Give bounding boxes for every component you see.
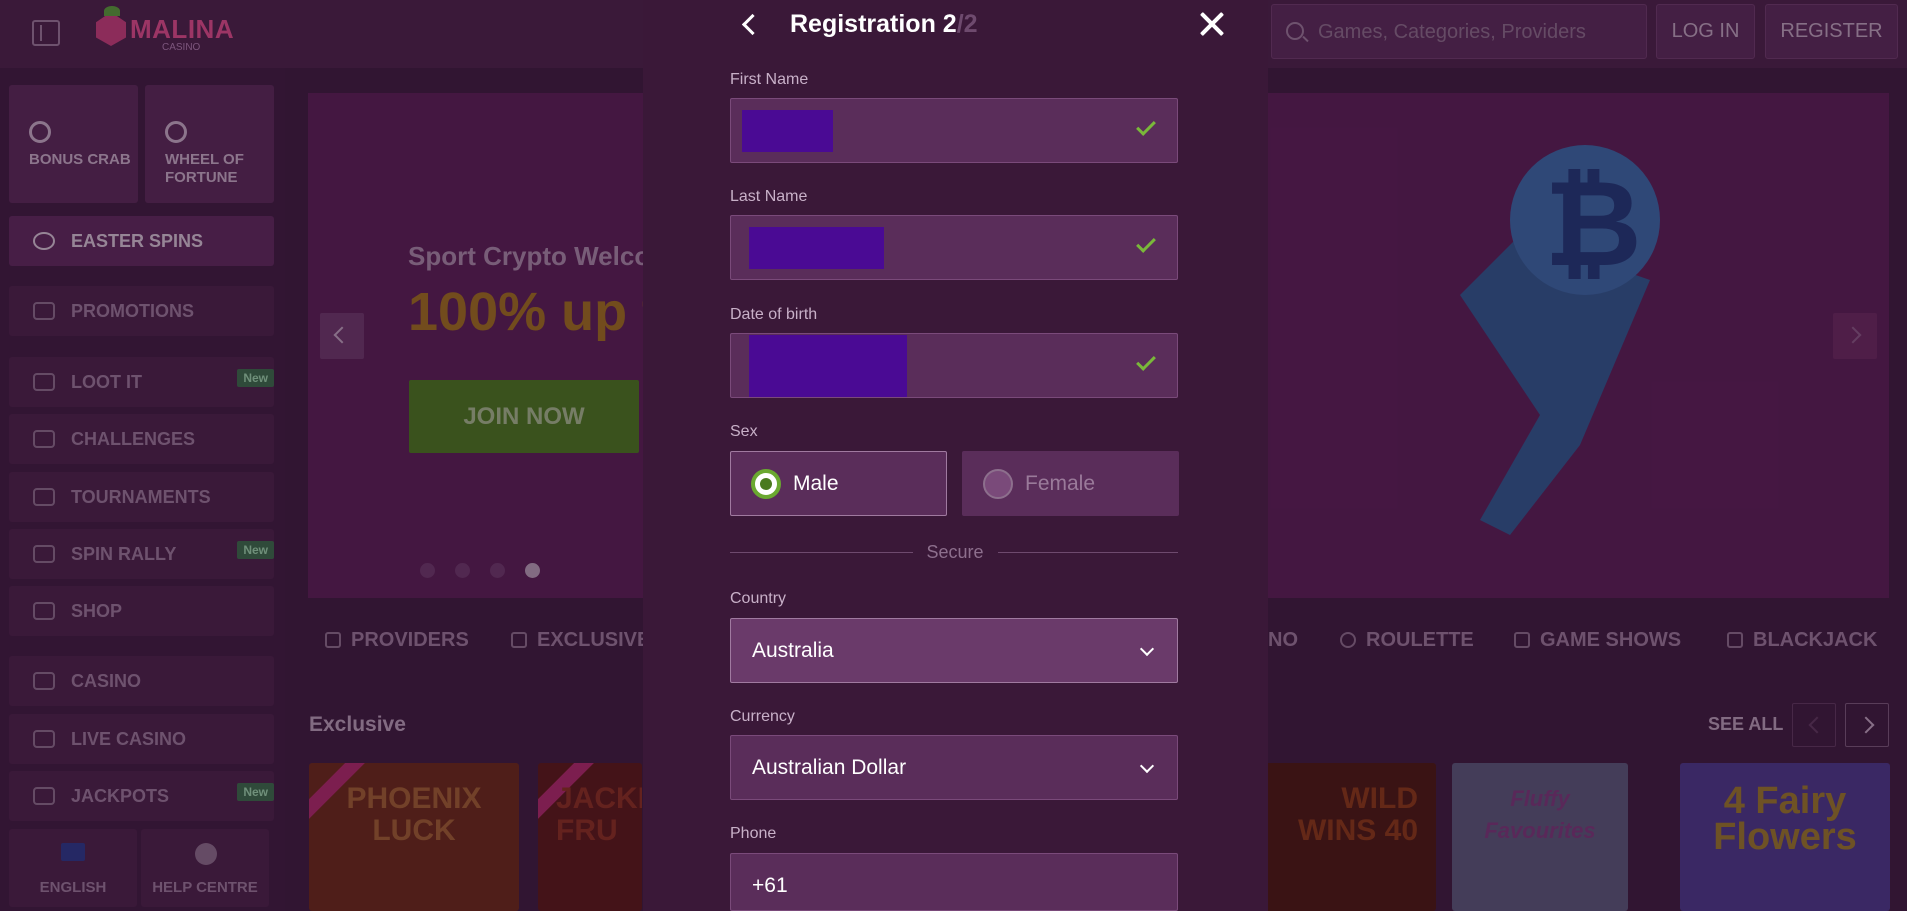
phone-field[interactable]: +61	[730, 853, 1178, 911]
check-icon	[1136, 233, 1156, 253]
registration-modal: Registration 2/2 First Name Last Name Da…	[643, 0, 1268, 911]
check-icon	[1136, 116, 1156, 136]
close-icon[interactable]	[1198, 10, 1226, 38]
modal-title: Registration 2/2	[790, 10, 978, 39]
last-name-field[interactable]	[730, 215, 1178, 280]
redacted-value	[749, 227, 884, 269]
phone-value: +61	[752, 873, 788, 897]
country-value: Australia	[752, 638, 834, 662]
radio-label: Male	[793, 471, 839, 495]
sex-label: Sex	[730, 423, 758, 440]
country-select[interactable]: Australia	[730, 618, 1178, 683]
first-name-label: First Name	[730, 71, 809, 88]
chevron-down-icon	[1139, 758, 1155, 774]
divider	[730, 552, 913, 553]
modal-title-text: Registration 2	[790, 10, 957, 38]
sex-female-radio[interactable]: Female	[962, 451, 1179, 516]
radio-label: Female	[1025, 471, 1096, 495]
last-name-label: Last Name	[730, 188, 808, 205]
dob-field[interactable]	[730, 333, 1178, 398]
first-name-field[interactable]	[730, 98, 1178, 163]
radio-unselected-icon	[983, 468, 1013, 499]
sex-male-radio[interactable]: Male	[730, 451, 947, 516]
chevron-down-icon	[1139, 641, 1155, 657]
radio-selected-icon	[751, 468, 781, 499]
currency-select[interactable]: Australian Dollar	[730, 735, 1178, 800]
currency-label: Currency	[730, 708, 795, 725]
currency-value: Australian Dollar	[752, 755, 907, 779]
country-label: Country	[730, 590, 787, 607]
dob-label: Date of birth	[730, 306, 818, 323]
modal-step-total: /2	[956, 10, 978, 38]
redacted-value	[749, 335, 907, 397]
divider	[998, 552, 1178, 553]
back-arrow-icon[interactable]	[739, 14, 759, 34]
redacted-value	[742, 110, 833, 152]
check-icon	[1136, 351, 1156, 371]
secure-divider-label: Secure	[926, 542, 984, 562]
phone-label: Phone	[730, 825, 777, 842]
